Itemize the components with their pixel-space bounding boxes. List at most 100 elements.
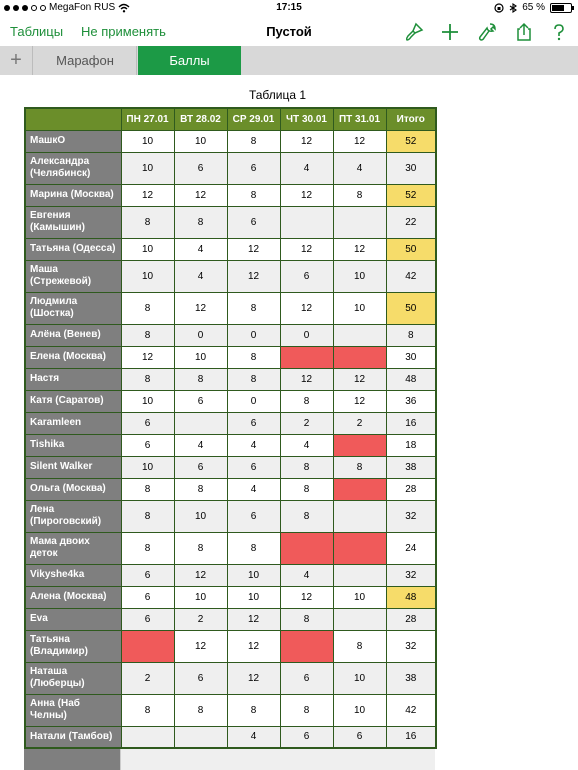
empty-row[interactable] <box>120 749 435 770</box>
share-icon[interactable] <box>514 22 534 42</box>
score-cell[interactable]: 2 <box>120 661 175 695</box>
participant-name-cell[interactable]: Мама двоих деток <box>24 531 122 565</box>
score-cell[interactable]: 8 <box>120 291 175 325</box>
score-cell[interactable]: 8 <box>226 531 281 565</box>
score-cell[interactable]: 6 <box>120 433 175 457</box>
total-cell[interactable]: 28 <box>385 607 437 631</box>
total-cell[interactable]: 16 <box>385 725 437 749</box>
help-icon[interactable] <box>549 22 569 42</box>
score-cell[interactable]: 12 <box>332 367 387 391</box>
participant-name-cell[interactable]: Eva <box>24 607 122 631</box>
participant-name-cell[interactable]: МашкО <box>24 129 122 153</box>
participant-name-cell[interactable]: Настя <box>24 367 122 391</box>
score-cell[interactable]: 10 <box>332 585 387 609</box>
participant-name-cell[interactable]: Silent Walker <box>24 455 122 479</box>
score-cell[interactable]: 4 <box>279 433 334 457</box>
score-cell[interactable]: 4 <box>226 477 281 501</box>
total-cell[interactable]: 24 <box>385 531 437 565</box>
total-cell[interactable]: 52 <box>385 129 437 153</box>
score-cell[interactable]: 8 <box>226 367 281 391</box>
score-cell[interactable]: 8 <box>226 693 281 727</box>
score-cell[interactable]: 10 <box>332 291 387 325</box>
total-cell[interactable]: 52 <box>385 183 437 207</box>
score-cell[interactable] <box>279 345 334 369</box>
score-cell[interactable] <box>173 725 228 749</box>
column-header-tue[interactable]: ВТ 28.02 <box>173 107 228 131</box>
column-header-fri[interactable]: ПТ 31.01 <box>332 107 387 131</box>
score-cell[interactable] <box>120 629 175 663</box>
score-cell[interactable]: 0 <box>173 323 228 347</box>
total-cell[interactable]: 50 <box>385 291 437 325</box>
participant-name-cell[interactable]: Татьяна (Одесса) <box>24 237 122 261</box>
score-cell[interactable]: 4 <box>332 151 387 185</box>
empty-name-cell[interactable] <box>24 749 120 770</box>
participant-name-cell[interactable]: Татьяна (Владимир) <box>24 629 122 663</box>
score-cell[interactable]: 12 <box>173 629 228 663</box>
score-cell[interactable]: 0 <box>226 323 281 347</box>
score-cell[interactable] <box>279 531 334 565</box>
score-cell[interactable]: 10 <box>332 259 387 293</box>
score-cell[interactable]: 10 <box>226 563 281 587</box>
score-cell[interactable]: 10 <box>120 129 175 153</box>
total-cell[interactable]: 30 <box>385 151 437 185</box>
score-cell[interactable]: 12 <box>120 345 175 369</box>
total-cell[interactable]: 8 <box>385 323 437 347</box>
participant-name-cell[interactable]: Александра (Челябинск) <box>24 151 122 185</box>
participant-name-cell[interactable]: Натали (Тамбов) <box>24 725 122 749</box>
score-cell[interactable]: 8 <box>173 693 228 727</box>
score-cell[interactable]: 0 <box>226 389 281 413</box>
score-cell[interactable]: 10 <box>120 389 175 413</box>
score-cell[interactable]: 10 <box>226 585 281 609</box>
score-cell[interactable]: 6 <box>332 725 387 749</box>
total-cell[interactable]: 30 <box>385 345 437 369</box>
total-cell[interactable]: 32 <box>385 499 437 533</box>
score-cell[interactable]: 8 <box>226 129 281 153</box>
score-cell[interactable]: 8 <box>120 693 175 727</box>
score-cell[interactable]: 12 <box>279 183 334 207</box>
total-cell[interactable]: 16 <box>385 411 437 435</box>
score-cell[interactable]: 0 <box>279 323 334 347</box>
total-cell[interactable]: 28 <box>385 477 437 501</box>
score-cell[interactable] <box>173 411 228 435</box>
participant-name-cell[interactable]: Елена (Москва) <box>24 345 122 369</box>
score-cell[interactable]: 4 <box>226 433 281 457</box>
score-cell[interactable] <box>332 607 387 631</box>
participant-name-cell[interactable]: Наташа (Люберцы) <box>24 661 122 695</box>
score-cell[interactable]: 10 <box>173 129 228 153</box>
score-cell[interactable]: 12 <box>226 661 281 695</box>
score-cell[interactable]: 8 <box>279 499 334 533</box>
score-cell[interactable] <box>332 531 387 565</box>
score-cell[interactable]: 6 <box>120 563 175 587</box>
participant-name-cell[interactable]: Лена (Пироговский) <box>24 499 122 533</box>
score-cell[interactable]: 10 <box>120 259 175 293</box>
score-cell[interactable]: 10 <box>332 661 387 695</box>
score-cell[interactable]: 6 <box>120 411 175 435</box>
score-cell[interactable]: 10 <box>173 499 228 533</box>
score-cell[interactable]: 2 <box>279 411 334 435</box>
score-cell[interactable]: 12 <box>226 259 281 293</box>
score-cell[interactable]: 6 <box>279 661 334 695</box>
score-cell[interactable] <box>332 323 387 347</box>
score-cell[interactable]: 6 <box>173 661 228 695</box>
score-cell[interactable] <box>279 205 334 239</box>
total-cell[interactable]: 42 <box>385 693 437 727</box>
total-cell[interactable]: 32 <box>385 629 437 663</box>
tab-points[interactable]: Баллы <box>138 46 241 75</box>
add-sheet-button[interactable]: + <box>0 46 33 75</box>
score-cell[interactable] <box>120 725 175 749</box>
score-cell[interactable]: 8 <box>226 183 281 207</box>
score-cell[interactable]: 4 <box>279 563 334 587</box>
score-cell[interactable]: 12 <box>332 237 387 261</box>
participant-name-cell[interactable]: Vikyshe4ka <box>24 563 122 587</box>
score-cell[interactable]: 6 <box>226 411 281 435</box>
table-title[interactable]: Таблица 1 <box>120 88 435 102</box>
score-cell[interactable]: 12 <box>279 129 334 153</box>
score-cell[interactable]: 10 <box>120 237 175 261</box>
score-table[interactable]: ПН 27.01 ВТ 28.02 СР 29.01 ЧТ 30.01 ПТ 3… <box>24 107 437 749</box>
score-cell[interactable]: 12 <box>279 367 334 391</box>
score-cell[interactable]: 12 <box>332 129 387 153</box>
spreadsheets-back-button[interactable]: Таблицы <box>10 24 63 39</box>
score-cell[interactable]: 10 <box>173 585 228 609</box>
score-cell[interactable]: 8 <box>279 607 334 631</box>
score-cell[interactable]: 2 <box>332 411 387 435</box>
